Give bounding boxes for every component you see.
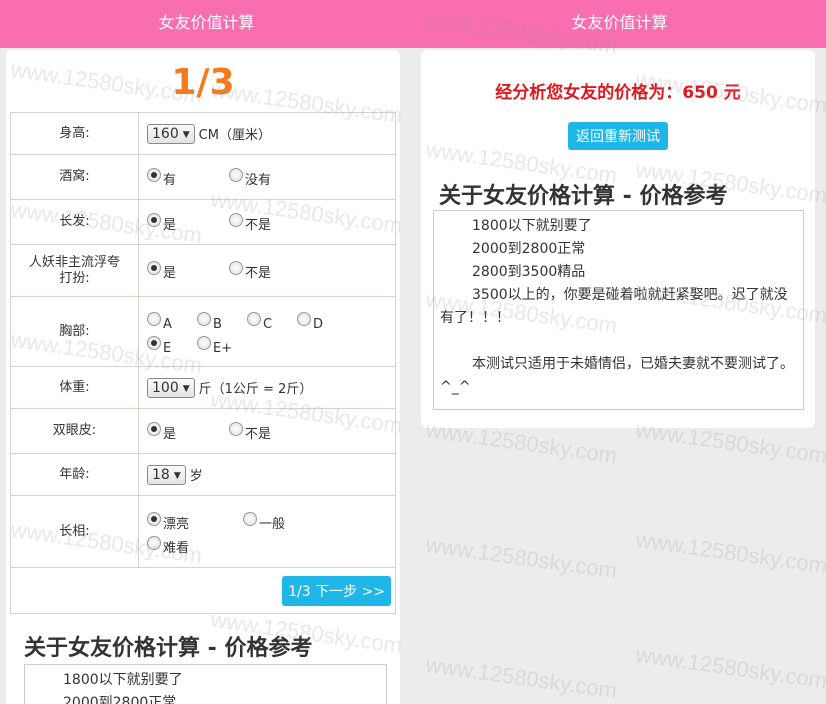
- row-weight: 体重: 100 ▼ 斤（1公斤 = 2斤）: [10, 366, 396, 409]
- row-chest: 胸部: ABCD E E+: [10, 296, 396, 367]
- step-indicator: 1/3: [171, 62, 235, 103]
- form-screen: 女友价值计算 1/3 身高: 160▼CM（厘米） 酒窝: 有没有 长发:: [0, 0, 413, 704]
- reference-line-1: 1800以下就别要了: [472, 218, 592, 234]
- retest-button[interactable]: 返回重新测试: [568, 122, 668, 150]
- reference-box-result: 1800以下就别要了 2000到2800正常 2800到3500精品 3500以…: [433, 210, 804, 410]
- long-hair-option-no[interactable]: 不是: [229, 212, 271, 233]
- looks-label: 长相:: [10, 495, 139, 568]
- radio-checked-icon[interactable]: [147, 421, 161, 436]
- result-text: 经分析您女友的价格为：650 元: [495, 83, 741, 103]
- chest-option-a[interactable]: A: [147, 311, 197, 332]
- radio-icon[interactable]: [247, 311, 261, 326]
- height-select[interactable]: 160 ▼: [147, 123, 195, 144]
- radio-icon[interactable]: [243, 511, 257, 526]
- height-label: 身高:: [10, 112, 139, 155]
- weight-select[interactable]: 100 ▼: [147, 377, 195, 398]
- reference-line-3: 2800到3500精品: [472, 264, 586, 280]
- row-dimples: 酒窝: 有没有: [10, 154, 396, 200]
- radio-icon[interactable]: [229, 212, 243, 227]
- chevron-down-icon: ▼: [182, 383, 190, 394]
- app-title-result: 女友价值计算: [413, 0, 826, 48]
- looks-option-average[interactable]: 一般: [243, 511, 285, 532]
- radio-icon[interactable]: [147, 535, 161, 550]
- reference-line-2: 2000到2800正常: [472, 241, 586, 257]
- row-looks: 长相: 漂亮 一般 难看: [10, 495, 396, 568]
- style-label: 人妖非主流浮夸 打扮:: [10, 244, 139, 297]
- radio-icon[interactable]: [197, 311, 211, 326]
- double-eyelid-option-yes[interactable]: 是: [147, 421, 229, 442]
- radio-checked-icon[interactable]: [147, 167, 161, 182]
- chevron-down-icon: ▼: [173, 470, 181, 481]
- reference-title: 关于女友价格计算 - 价格参考: [24, 636, 313, 661]
- chest-option-d[interactable]: D: [297, 311, 323, 332]
- reference-box: 1800以下就别要了 2000到2800正常: [24, 664, 387, 704]
- chest-option-e[interactable]: E: [147, 335, 197, 356]
- row-long-hair: 长发: 是不是: [10, 199, 396, 245]
- form-card: 1/3 身高: 160 ▼ CM（厘米） 酒窝: 有没有 长发: 是 不是 人妖…: [6, 50, 400, 704]
- long-hair-label: 长发:: [10, 199, 139, 245]
- reference-line-4: 3500以上的，你要是碰着啦就赶紧娶吧。迟了就没有了！！！: [440, 287, 788, 326]
- radio-checked-icon[interactable]: [147, 511, 161, 526]
- radio-checked-icon[interactable]: [147, 335, 161, 350]
- reference-line-5: 本测试只适用于未婚情侣，已婚夫妻就不要测试了。 ^_^: [440, 356, 794, 395]
- chest-option-c[interactable]: C: [247, 311, 297, 332]
- weight-unit: 斤（1公斤 = 2斤）: [198, 382, 313, 397]
- age-label: 年龄:: [10, 453, 139, 496]
- radio-icon[interactable]: [229, 167, 243, 182]
- result-card: 经分析您女友的价格为：650 元 返回重新测试 关于女友价格计算 - 价格参考 …: [421, 50, 815, 428]
- radio-icon[interactable]: [297, 311, 311, 326]
- looks-option-pretty[interactable]: 漂亮: [147, 511, 243, 532]
- style-option-yes[interactable]: 是: [147, 261, 229, 281]
- next-step-button[interactable]: 1/3 下一步 >>: [282, 575, 391, 606]
- row-double-eyelid: 双眼皮: 是不是: [10, 408, 396, 454]
- age-select[interactable]: 18 ▼: [147, 464, 186, 485]
- row-age: 年龄: 18 ▼ 岁: [10, 453, 396, 496]
- question-table: 身高: 160 ▼ CM（厘米） 酒窝: 有没有 长发: 是不是 人妖非主流浮夸…: [10, 112, 396, 614]
- dimples-option-no[interactable]: 没有: [229, 167, 271, 188]
- age-unit: 岁: [189, 469, 203, 484]
- radio-icon[interactable]: [197, 335, 211, 350]
- reference-title-result: 关于女友价格计算 - 价格参考: [439, 184, 728, 209]
- weight-label: 体重:: [10, 366, 139, 409]
- double-eyelid-label: 双眼皮:: [10, 408, 139, 454]
- reference-line-1: 1800以下就别要了: [63, 672, 183, 688]
- chest-label: 胸部:: [10, 296, 139, 367]
- radio-checked-icon[interactable]: [147, 261, 161, 275]
- row-next: 1/3 下一步 >>: [10, 567, 396, 614]
- double-eyelid-option-no[interactable]: 不是: [229, 421, 271, 442]
- looks-option-ugly[interactable]: 难看: [147, 535, 189, 556]
- chest-option-eplus[interactable]: E+: [197, 335, 232, 356]
- dimples-label: 酒窝:: [10, 154, 139, 200]
- reference-line-2: 2000到2800正常: [63, 695, 177, 704]
- app-screen: 女友价值计算 1/3 身高: 160▼CM（厘米） 酒窝: 有没有 长发:: [0, 0, 826, 704]
- chevron-down-icon: ▼: [182, 129, 190, 140]
- app-title: 女友价值计算: [0, 0, 413, 48]
- height-unit: CM（厘米）: [198, 128, 271, 143]
- dimples-option-yes[interactable]: 有: [147, 167, 229, 188]
- radio-icon[interactable]: [229, 421, 243, 436]
- radio-icon[interactable]: [147, 311, 161, 326]
- style-option-no[interactable]: 不是: [229, 261, 271, 281]
- radio-checked-icon[interactable]: [147, 212, 161, 227]
- row-style: 人妖非主流浮夸 打扮: 是不是: [10, 244, 396, 297]
- row-height: 身高: 160 ▼ CM（厘米）: [10, 112, 396, 155]
- result-screen: 女友价值计算 经分析您女友的价格为：650 元 返回重新测试 关于女友价格计算 …: [413, 0, 826, 704]
- radio-icon[interactable]: [229, 261, 243, 275]
- long-hair-option-yes[interactable]: 是: [147, 212, 229, 233]
- chest-option-b[interactable]: B: [197, 311, 247, 332]
